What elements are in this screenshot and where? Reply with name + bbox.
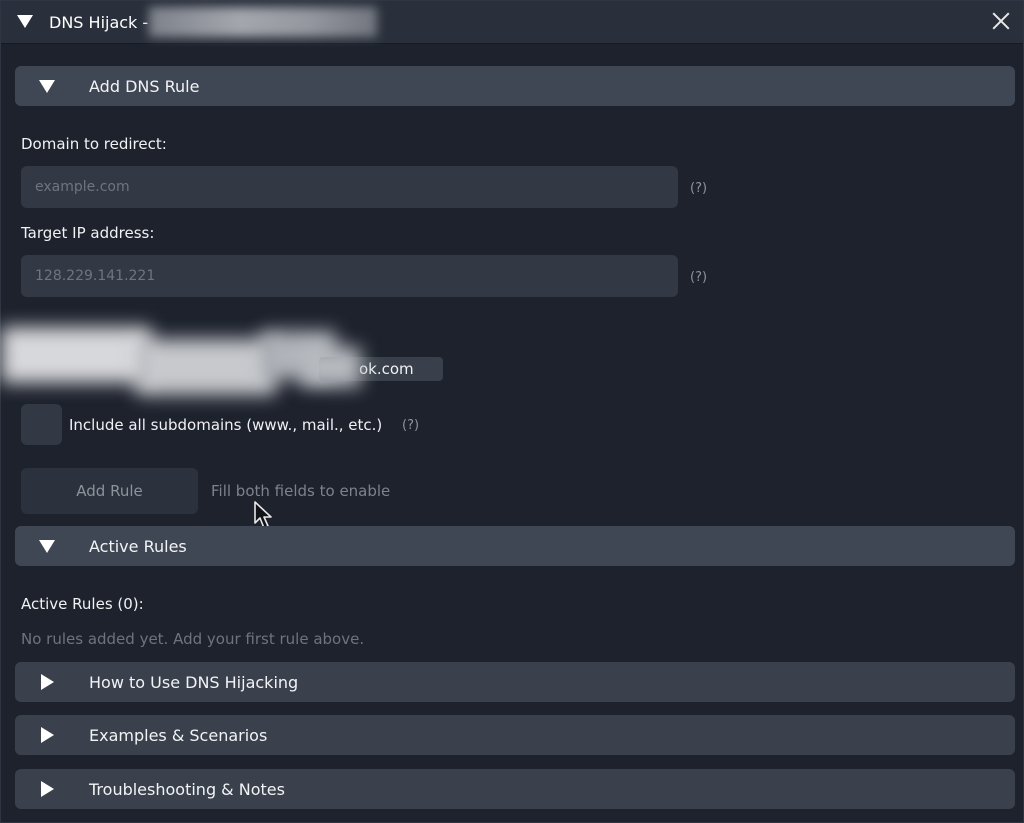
add-rule-hint: Fill both fields to enable — [211, 482, 391, 500]
section-header-how-to-use[interactable]: How to Use DNS Hijacking — [15, 662, 1015, 702]
include-subdomains-label: Include all subdomains (www., mail., etc… — [69, 416, 383, 434]
domain-input[interactable] — [21, 166, 678, 208]
example-domain-text: ok.com — [359, 360, 414, 378]
domain-label: Domain to redirect: — [21, 135, 167, 153]
section-label: How to Use DNS Hijacking — [89, 673, 299, 692]
triangle-right-icon — [41, 727, 54, 743]
section-label: Examples & Scenarios — [89, 726, 268, 745]
add-rule-button[interactable]: Add Rule — [21, 468, 198, 514]
section-label: Add DNS Rule — [89, 77, 200, 96]
triangle-down-icon — [39, 540, 55, 553]
section-label: Active Rules — [89, 537, 187, 556]
redacted-region — [1, 327, 151, 383]
section-header-active-rules[interactable]: Active Rules — [15, 526, 1015, 566]
target-ip-label: Target IP address: — [21, 224, 155, 242]
redacted-region — [136, 339, 276, 395]
redacted-title-region — [149, 7, 377, 37]
window-title: DNS Hijack - — [49, 13, 149, 32]
triangle-down-icon — [39, 80, 55, 93]
active-rules-count: Active Rules (0): — [21, 595, 144, 613]
title-bar: DNS Hijack - — [1, 1, 1023, 44]
empty-rules-message: No rules added yet. Add your first rule … — [21, 630, 365, 648]
section-label: Troubleshooting & Notes — [89, 780, 285, 799]
include-subdomains-checkbox[interactable] — [21, 404, 62, 445]
close-icon[interactable] — [989, 9, 1013, 33]
collapse-window-icon[interactable] — [17, 15, 33, 28]
section-header-examples[interactable]: Examples & Scenarios — [15, 715, 1015, 755]
target-ip-input[interactable] — [21, 255, 678, 297]
subdomains-help-icon[interactable]: (?) — [402, 418, 419, 433]
triangle-right-icon — [41, 781, 54, 797]
dns-hijack-window: DNS Hijack - Add DNS Rule Domain to redi… — [0, 0, 1024, 823]
redacted-region — [301, 347, 361, 387]
section-header-troubleshooting[interactable]: Troubleshooting & Notes — [15, 769, 1015, 809]
section-header-add-dns-rule[interactable]: Add DNS Rule — [15, 66, 1015, 106]
target-ip-help-icon[interactable]: (?) — [690, 270, 707, 285]
triangle-right-icon — [41, 674, 54, 690]
domain-help-icon[interactable]: (?) — [690, 181, 707, 196]
